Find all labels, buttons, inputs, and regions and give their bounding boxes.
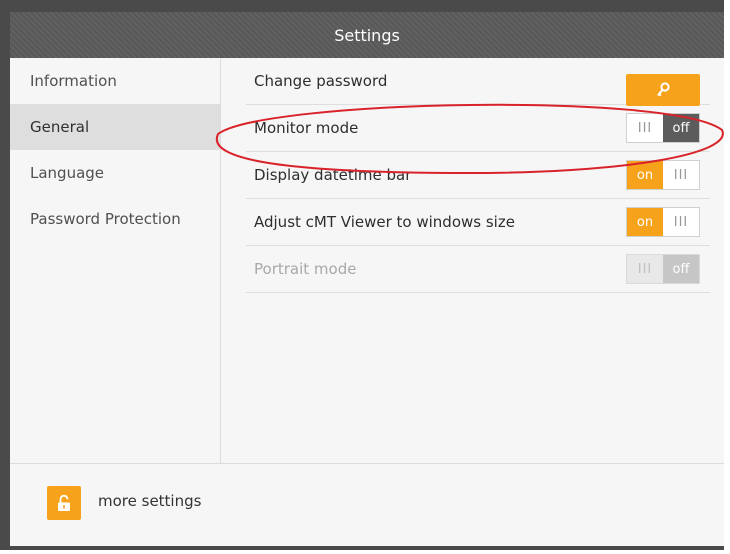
toggle-grip: III [663,161,699,189]
more-settings-label: more settings [98,492,202,510]
change-password-label: Change password [254,72,388,90]
window-title: Settings [334,25,400,45]
window-frame: Settings Information General Language Pa… [0,0,724,550]
title-bar: Settings [10,12,724,58]
sidebar-item-language[interactable]: Language [10,150,220,196]
toggle-grip: III [627,255,663,283]
toggle-state-off: off [663,114,699,142]
sidebar: Information General Language Password Pr… [10,58,221,463]
more-settings-button[interactable] [47,486,81,520]
portrait-mode-row: Portrait mode III off [246,246,710,293]
footer-bar: more settings [10,463,724,547]
change-password-button[interactable] [626,74,700,106]
sidebar-item-information[interactable]: Information [10,58,220,104]
monitor-mode-toggle[interactable]: III off [626,113,700,143]
toggle-grip: III [627,114,663,142]
toggle-grip: III [663,208,699,236]
display-datetime-bar-toggle[interactable]: on III [626,160,700,190]
key-icon [657,82,670,97]
monitor-mode-row: Monitor mode III off [246,105,710,152]
sidebar-item-general[interactable]: General [10,104,220,150]
toggle-state-on: on [627,208,663,236]
sidebar-item-password-protection[interactable]: Password Protection [10,196,220,242]
change-password-row: Change password [246,58,710,106]
unlock-icon [58,494,70,511]
settings-panel: Information General Language Password Pr… [10,58,724,546]
general-settings-list: Change password Monitor mode III off Dis… [246,58,710,293]
portrait-mode-label: Portrait mode [254,260,357,278]
adjust-viewer-label: Adjust cMT Viewer to windows size [254,213,515,231]
adjust-viewer-toggle[interactable]: on III [626,207,700,237]
display-datetime-bar-label: Display datetime bar [254,166,412,184]
display-datetime-bar-row: Display datetime bar on III [246,152,710,199]
adjust-viewer-row: Adjust cMT Viewer to windows size on III [246,199,710,246]
toggle-state-on: on [627,161,663,189]
portrait-mode-toggle: III off [626,254,700,284]
monitor-mode-label: Monitor mode [254,119,359,137]
toggle-state-off: off [663,255,699,283]
